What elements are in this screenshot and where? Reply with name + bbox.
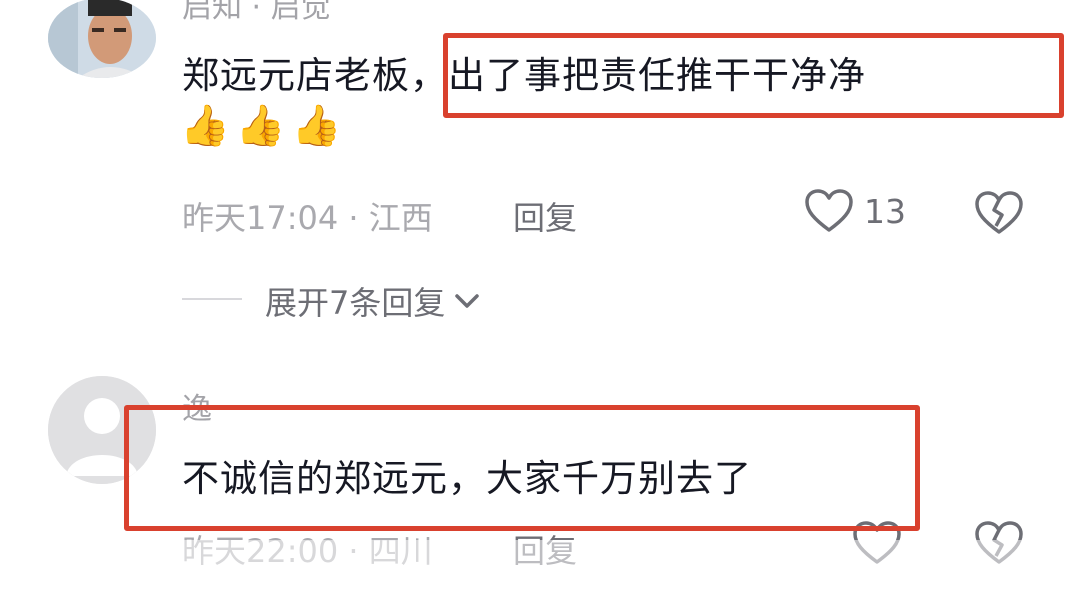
like-heart-icon bbox=[805, 189, 853, 232]
dislike-button[interactable] bbox=[974, 190, 1024, 240]
highlight-box-2 bbox=[124, 405, 920, 531]
expand-divider bbox=[182, 298, 242, 300]
highlight-box-1 bbox=[443, 33, 1064, 118]
avatar-photo-icon bbox=[48, 0, 156, 78]
comment-time-location: 昨天17:04 · 江西 bbox=[182, 199, 433, 237]
bottom-fade bbox=[0, 540, 1080, 600]
emoji-row: 👍 👍 👍 bbox=[180, 102, 341, 149]
thumbs-up-icon: 👍 bbox=[180, 103, 230, 149]
avatar-1[interactable] bbox=[48, 0, 156, 78]
like-button[interactable]: 13 bbox=[804, 188, 906, 234]
thumbs-up-icon: 👍 bbox=[235, 103, 286, 149]
broken-heart-icon bbox=[975, 191, 1023, 234]
expand-replies-button[interactable]: 展开7条回复 bbox=[265, 278, 481, 324]
chevron-down-icon bbox=[455, 294, 480, 308]
thumbs-up-icon: 👍 bbox=[291, 103, 342, 149]
expand-replies-label: 展开7条回复 bbox=[265, 284, 446, 322]
comment-author[interactable]: 启知 · 启觉 bbox=[182, 0, 331, 26]
like-count: 13 bbox=[864, 191, 906, 231]
reply-button[interactable]: 回复 bbox=[513, 193, 577, 239]
